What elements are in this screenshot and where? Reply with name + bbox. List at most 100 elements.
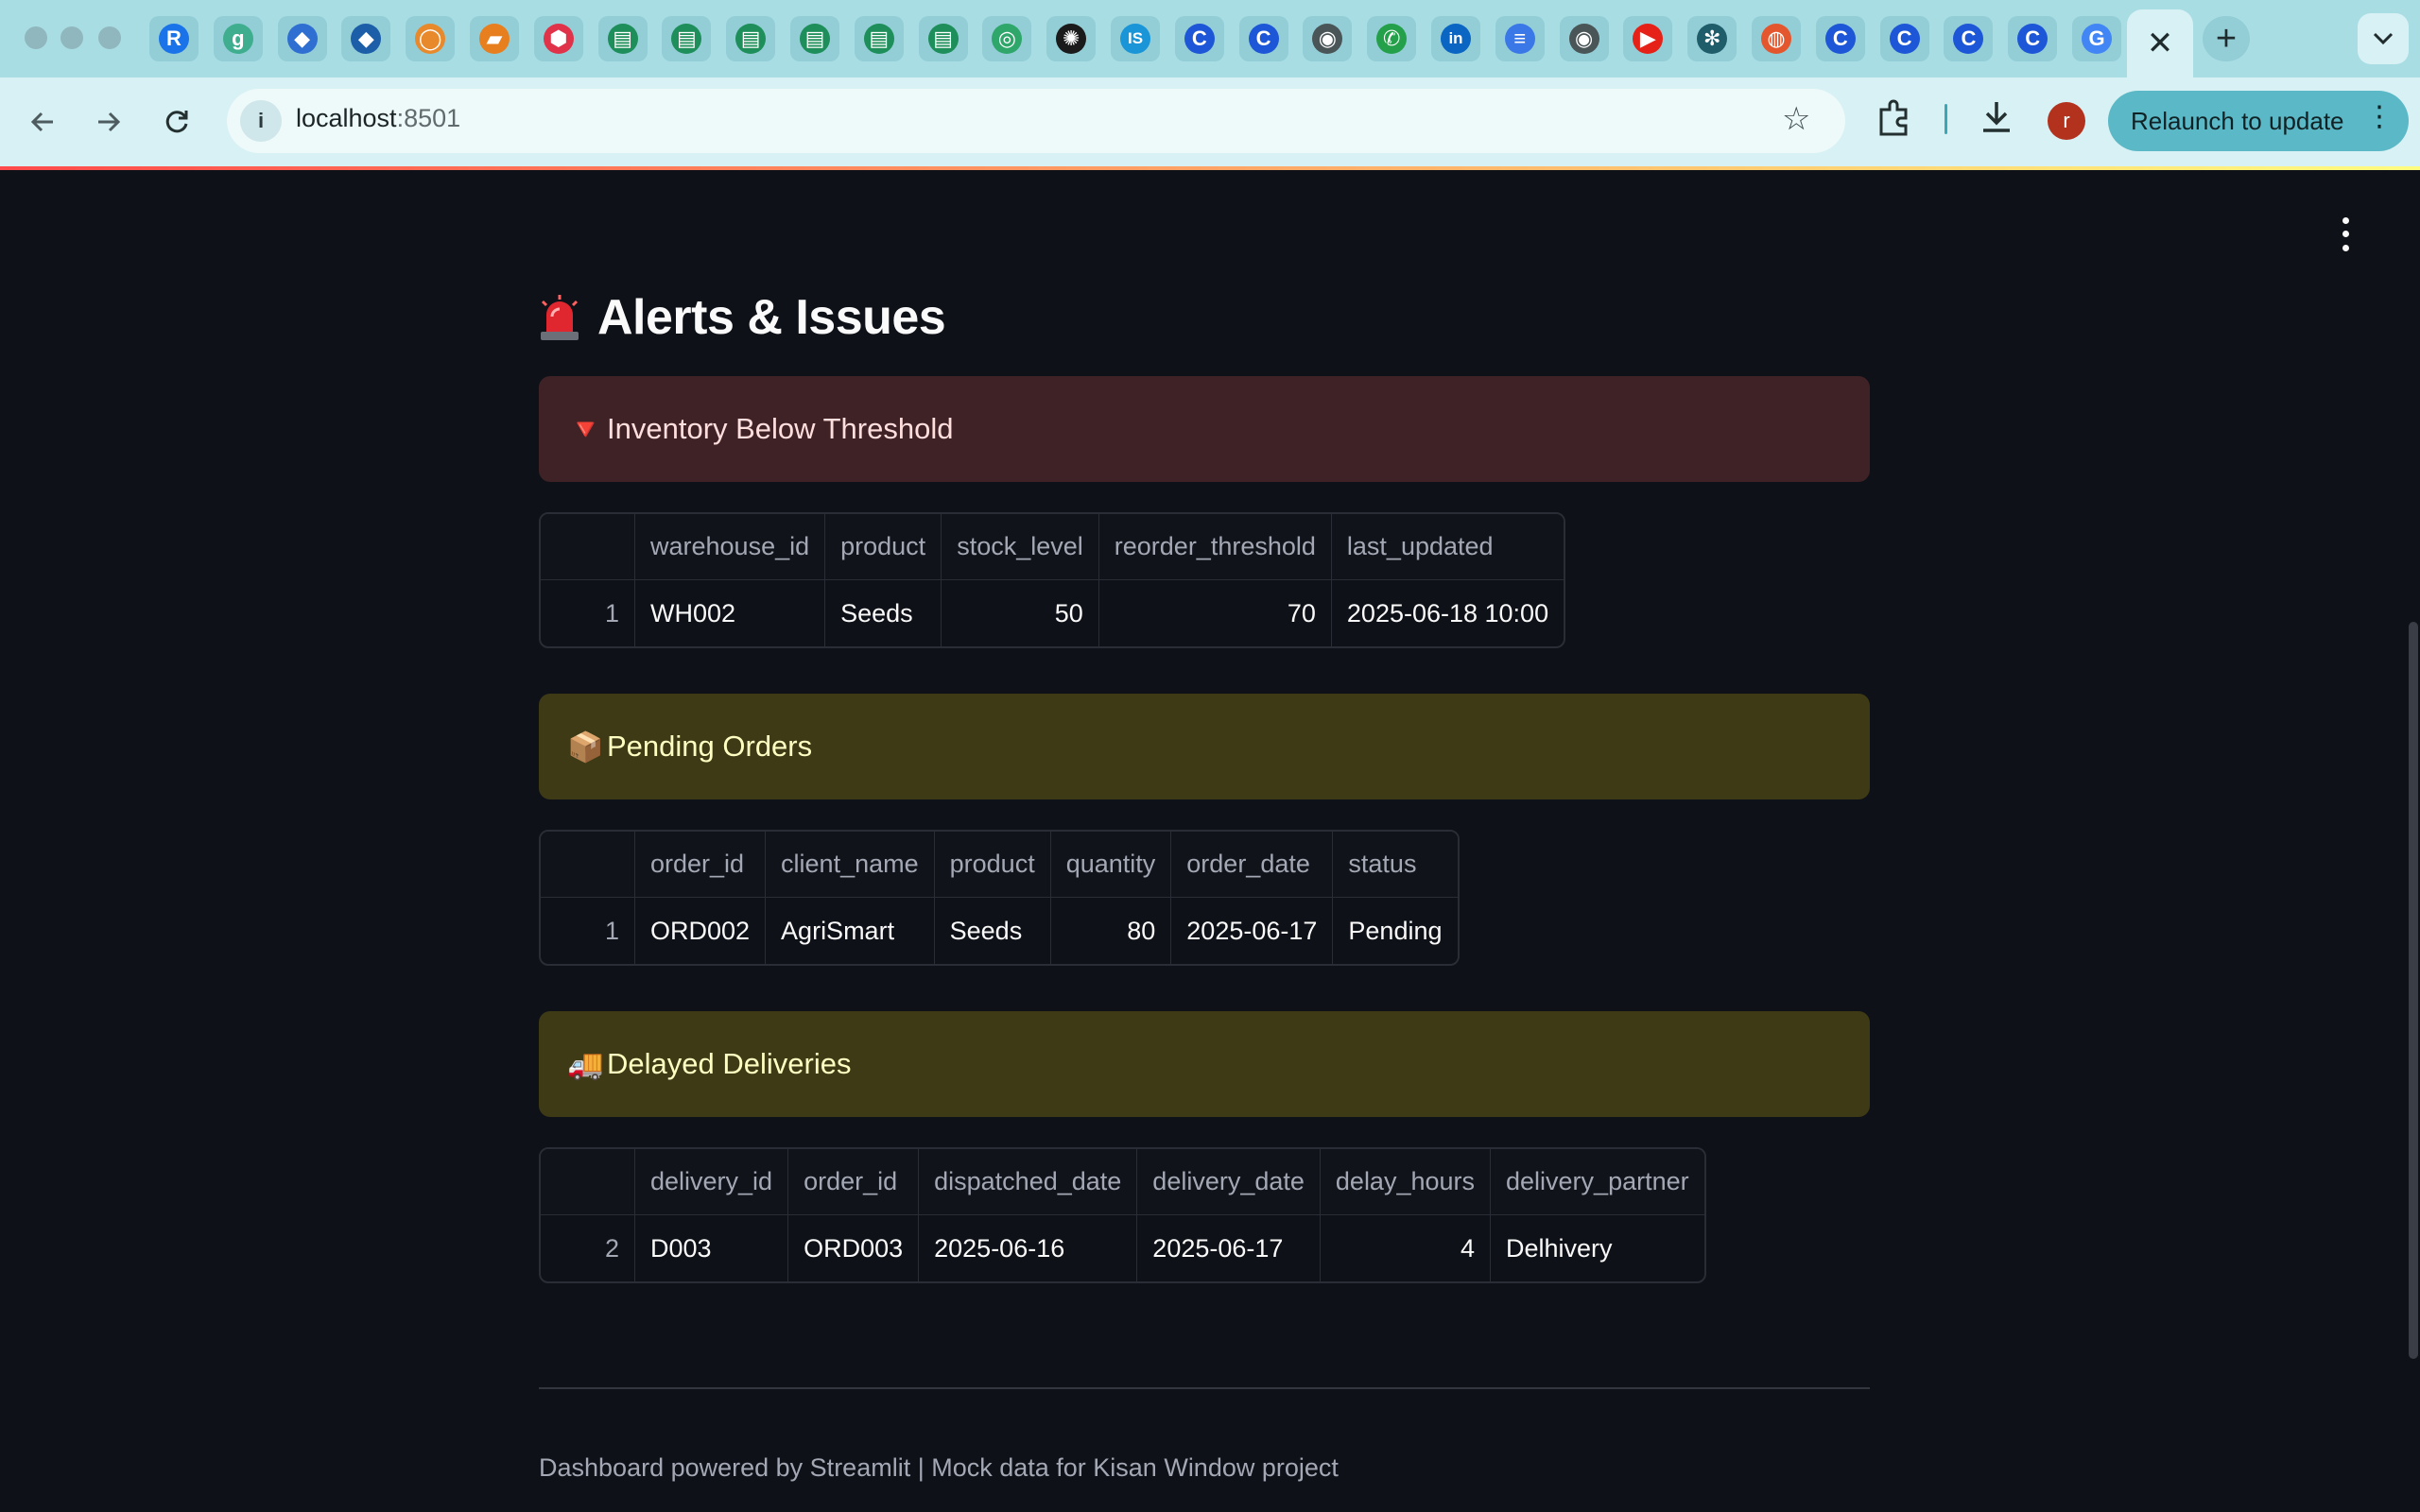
browser-tab[interactable]: C xyxy=(1815,16,1865,61)
browser-tab[interactable]: ≡ xyxy=(1495,16,1545,61)
table-cell[interactable]: Seeds xyxy=(935,898,1051,964)
table-cell[interactable]: 70 xyxy=(1099,580,1332,646)
column-header[interactable]: quantity xyxy=(1050,832,1172,898)
table-cell[interactable]: 2025-06-17 xyxy=(1137,1215,1321,1281)
tab-search-button[interactable] xyxy=(2358,13,2409,64)
dataframe-table[interactable]: warehouse_id product stock_level reorder_th… xyxy=(539,512,1566,648)
table-cell[interactable]: Pending xyxy=(1333,898,1457,964)
column-header[interactable]: delivery_date xyxy=(1137,1149,1321,1215)
browser-tab[interactable]: ◉ xyxy=(1303,16,1353,61)
index-header[interactable] xyxy=(541,514,635,580)
browser-tab[interactable]: ⬢ xyxy=(533,16,583,61)
table-cell[interactable]: ORD003 xyxy=(788,1215,920,1281)
profile-avatar[interactable]: r xyxy=(2048,102,2085,140)
browser-tab[interactable]: C xyxy=(1174,16,1224,61)
row-index-cell[interactable]: 1 xyxy=(541,898,635,964)
browser-tab[interactable]: ▤ xyxy=(662,16,712,61)
table-cell[interactable]: AgriSmart xyxy=(766,898,935,964)
bookmark-star-icon[interactable]: ☆ xyxy=(1782,100,1810,138)
relaunch-to-update-button[interactable]: Relaunch to update ⋮ xyxy=(2108,91,2409,151)
browser-tab[interactable]: C xyxy=(1238,16,1288,61)
column-header[interactable]: last_updated xyxy=(1331,514,1564,580)
table-cell[interactable]: D003 xyxy=(635,1215,789,1281)
tab-strip: Rg ◆ ◆ ◯ ▰ ⬢ ▤ ▤ ▤ ▤ ▤ ▤ ◎ ✺ IS C C ◉ ✆ in ≡ ◉ ▶ ✻ ◍ C C C C G ✕ + xyxy=(0,0,2420,77)
more-vert-icon: ⋮ xyxy=(2365,101,2394,132)
browser-tab[interactable]: ◍ xyxy=(1752,16,1801,61)
column-header[interactable]: order_date xyxy=(1171,832,1334,898)
browser-tab[interactable]: ▶ xyxy=(1623,16,1673,61)
column-header[interactable]: dispatched_date xyxy=(919,1149,1138,1215)
table-cell[interactable]: 50 xyxy=(942,580,1099,646)
browser-tab[interactable]: ▤ xyxy=(790,16,839,61)
reload-button[interactable] xyxy=(155,100,199,144)
extensions-puzzle-icon[interactable] xyxy=(1876,98,1913,140)
browser-tab[interactable]: IS xyxy=(1111,16,1160,61)
column-header[interactable]: order_id xyxy=(788,1149,920,1215)
browser-tab[interactable]: ▤ xyxy=(597,16,648,61)
browser-tab[interactable]: C xyxy=(1944,16,1994,61)
browser-tab[interactable]: C xyxy=(2008,16,2058,61)
column-header[interactable]: delivery_id xyxy=(635,1149,789,1215)
address-bar[interactable] xyxy=(227,89,1845,153)
table-cell[interactable]: 80 xyxy=(1051,898,1172,964)
browser-tab[interactable]: ▰ xyxy=(470,16,519,61)
dataframe-table[interactable]: order_id client_name product quantity order_… xyxy=(539,830,1460,966)
main-menu-button[interactable] xyxy=(2331,214,2360,255)
column-header[interactable]: product xyxy=(934,832,1051,898)
new-tab-button[interactable]: + xyxy=(2203,16,2250,61)
c-app-icon: C xyxy=(1248,24,1279,54)
row-index-cell[interactable]: 1 xyxy=(541,580,635,646)
browser-tab[interactable]: ✺ xyxy=(1046,16,1097,61)
browser-tab[interactable]: ▤ xyxy=(854,16,904,61)
active-tab[interactable]: ✕ xyxy=(2127,9,2193,77)
column-header[interactable]: warehouse_id xyxy=(635,514,826,580)
window-minimize-dot[interactable] xyxy=(60,26,83,49)
browser-tab[interactable]: ◎ xyxy=(982,16,1032,61)
row-index-cell[interactable]: 2 xyxy=(541,1215,635,1281)
browser-tab[interactable]: ◆ xyxy=(277,16,327,61)
window-zoom-dot[interactable] xyxy=(98,26,121,49)
url-text[interactable]: localhost:8501 xyxy=(296,104,460,133)
close-tab-icon[interactable]: ✕ xyxy=(2147,25,2174,62)
index-header[interactable] xyxy=(541,832,635,898)
browser-tab[interactable]: R xyxy=(149,16,199,61)
url-port: :8501 xyxy=(396,104,461,132)
browser-tab[interactable]: ✆ xyxy=(1367,16,1417,61)
site-info-icon[interactable]: i xyxy=(240,100,282,142)
browser-tab[interactable]: ◯ xyxy=(406,16,456,61)
table-cell[interactable]: WH002 xyxy=(635,580,826,646)
browser-tab[interactable]: ▤ xyxy=(726,16,776,61)
column-header[interactable]: client_name xyxy=(766,832,935,898)
green-form-icon: ▤ xyxy=(800,24,830,54)
browser-tab[interactable]: ◉ xyxy=(1559,16,1609,61)
window-close-dot[interactable] xyxy=(25,26,47,49)
column-header[interactable]: stock_level xyxy=(942,514,1099,580)
table-cell[interactable]: 2025-06-18 10:00 xyxy=(1332,580,1564,646)
browser-tab[interactable]: ◆ xyxy=(341,16,391,61)
browser-tab[interactable]: G xyxy=(2072,16,2121,61)
page-scrollbar[interactable] xyxy=(2409,622,2418,1359)
browser-tab[interactable]: ✻ xyxy=(1687,16,1737,61)
table-cell[interactable]: 2025-06-17 xyxy=(1171,898,1334,964)
browser-tab[interactable]: in xyxy=(1431,16,1480,61)
table-cell[interactable]: Seeds xyxy=(825,580,942,646)
forward-button[interactable] xyxy=(87,100,130,144)
column-header[interactable]: status xyxy=(1333,832,1458,898)
table-cell[interactable]: 4 xyxy=(1321,1215,1492,1281)
table-cell[interactable]: Delhivery xyxy=(1491,1215,1704,1281)
column-header[interactable]: delay_hours xyxy=(1320,1149,1492,1215)
browser-tab[interactable]: C xyxy=(1879,16,1929,61)
browser-tab[interactable]: g xyxy=(213,16,263,61)
dataframe-table[interactable]: delivery_id order_id dispatched_date delive… xyxy=(539,1147,1706,1283)
column-header[interactable]: product xyxy=(825,514,942,580)
download-icon[interactable] xyxy=(1978,96,2015,138)
column-header[interactable]: order_id xyxy=(635,832,767,898)
browser-tab[interactable]: ▤ xyxy=(918,16,968,61)
table-cell[interactable]: ORD002 xyxy=(635,898,767,964)
column-header[interactable]: delivery_partner xyxy=(1491,1149,1704,1215)
index-header[interactable] xyxy=(541,1149,635,1215)
column-header[interactable]: reorder_threshold xyxy=(1098,514,1332,580)
table-cell[interactable]: 2025-06-16 xyxy=(919,1215,1138,1281)
red-cube-icon: ⬢ xyxy=(543,24,574,54)
back-button[interactable] xyxy=(21,100,64,144)
